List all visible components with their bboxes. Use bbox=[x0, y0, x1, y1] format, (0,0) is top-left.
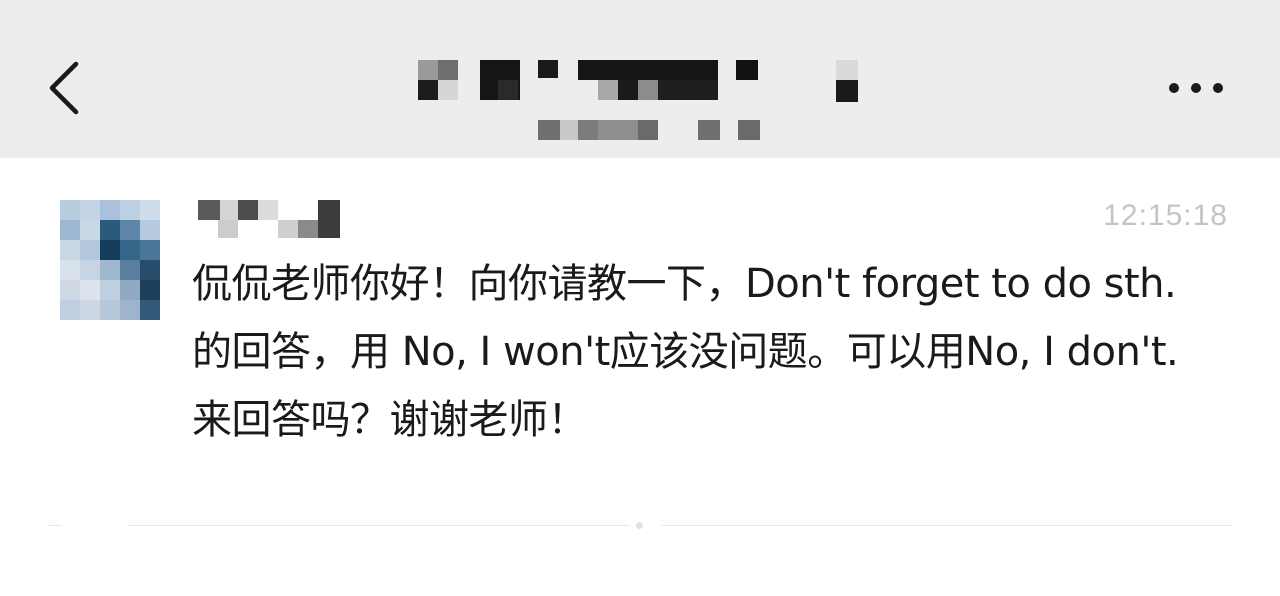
mosaic-block bbox=[638, 80, 658, 100]
avatar-mosaic-cell bbox=[140, 300, 160, 320]
avatar-mosaic-cell bbox=[60, 240, 80, 260]
mosaic-block bbox=[418, 60, 438, 80]
avatar-mosaic-cell bbox=[60, 200, 80, 220]
mosaic-block bbox=[836, 80, 858, 102]
avatar-mosaic-cell bbox=[120, 200, 140, 220]
avatar-mosaic-cell bbox=[140, 260, 160, 280]
mosaic-block bbox=[698, 120, 720, 140]
mosaic-block bbox=[538, 60, 558, 78]
avatar-mosaic-cell bbox=[120, 220, 140, 240]
header-bar bbox=[0, 0, 1280, 158]
message-timestamp: 12:15:18 bbox=[1103, 199, 1228, 232]
mosaic-block bbox=[238, 200, 258, 220]
mosaic-block bbox=[498, 80, 518, 100]
avatar-mosaic-cell bbox=[80, 220, 100, 240]
mosaic-block bbox=[298, 220, 318, 238]
avatar-mosaic-cell bbox=[80, 260, 100, 280]
mosaic-block bbox=[198, 200, 220, 220]
avatar-mosaic-cell bbox=[80, 280, 100, 300]
mosaic-block bbox=[638, 120, 658, 140]
avatar-mosaic-cell bbox=[100, 280, 120, 300]
avatar-mosaic-cell bbox=[60, 280, 80, 300]
mosaic-block bbox=[438, 80, 458, 100]
avatar-mosaic-cell bbox=[100, 260, 120, 280]
mosaic-block bbox=[418, 80, 438, 100]
avatar-mosaic-cell bbox=[100, 240, 120, 260]
divider-line-main bbox=[128, 525, 630, 526]
avatar-mosaic-cell bbox=[80, 240, 100, 260]
divider-line-right bbox=[662, 525, 1232, 526]
avatar-mosaic-cell bbox=[140, 240, 160, 260]
avatar-mosaic-cell bbox=[80, 300, 100, 320]
avatar-mosaic-cell bbox=[120, 300, 140, 320]
avatar[interactable] bbox=[60, 200, 160, 320]
mosaic-block bbox=[318, 200, 340, 238]
avatar-mosaic-cell bbox=[100, 200, 120, 220]
more-horizontal-icon bbox=[1169, 83, 1223, 93]
avatar-mosaic-cell bbox=[60, 300, 80, 320]
mosaic-block bbox=[578, 60, 718, 80]
chat-detail-screen: 12:15:18 侃侃老师你好！向你请教一下，Don't forget to d… bbox=[0, 0, 1280, 596]
more-options-button[interactable] bbox=[1156, 66, 1236, 110]
chat-title-redacted bbox=[418, 60, 860, 102]
avatar-mosaic-cell bbox=[120, 240, 140, 260]
chat-subtitle-redacted bbox=[538, 120, 760, 140]
back-button[interactable] bbox=[36, 50, 96, 126]
mosaic-block bbox=[278, 220, 298, 238]
mosaic-block bbox=[598, 120, 638, 140]
mosaic-block bbox=[438, 60, 458, 80]
avatar-mosaic-cell bbox=[140, 220, 160, 240]
mosaic-block bbox=[836, 60, 858, 80]
avatar-mosaic-cell bbox=[120, 280, 140, 300]
avatar-mosaic-cell bbox=[120, 260, 140, 280]
mosaic-block bbox=[658, 80, 718, 100]
avatar-mosaic-cell bbox=[100, 220, 120, 240]
mosaic-block bbox=[258, 200, 278, 220]
avatar-mosaic-cell bbox=[60, 220, 80, 240]
avatar-mosaic-cell bbox=[60, 260, 80, 280]
mosaic-block bbox=[218, 220, 238, 238]
message-text: 侃侃老师你好！向你请教一下，Don't forget to do sth.的回答… bbox=[192, 261, 1179, 443]
mosaic-block bbox=[578, 120, 598, 140]
mosaic-block bbox=[736, 60, 758, 80]
divider-dot bbox=[636, 522, 643, 529]
mosaic-block bbox=[560, 120, 578, 140]
mosaic-block bbox=[618, 80, 638, 100]
divider-line-left bbox=[48, 525, 62, 526]
mosaic-block bbox=[598, 80, 618, 100]
mosaic-block bbox=[738, 120, 760, 140]
avatar-mosaic-cell bbox=[100, 300, 120, 320]
avatar-mosaic-cell bbox=[140, 280, 160, 300]
mosaic-block bbox=[538, 120, 560, 140]
chevron-left-icon bbox=[49, 61, 79, 115]
avatar-mosaic-cell bbox=[80, 200, 100, 220]
mosaic-block bbox=[220, 200, 238, 220]
avatar-mosaic-cell bbox=[140, 200, 160, 220]
sender-name-redacted bbox=[198, 200, 340, 238]
